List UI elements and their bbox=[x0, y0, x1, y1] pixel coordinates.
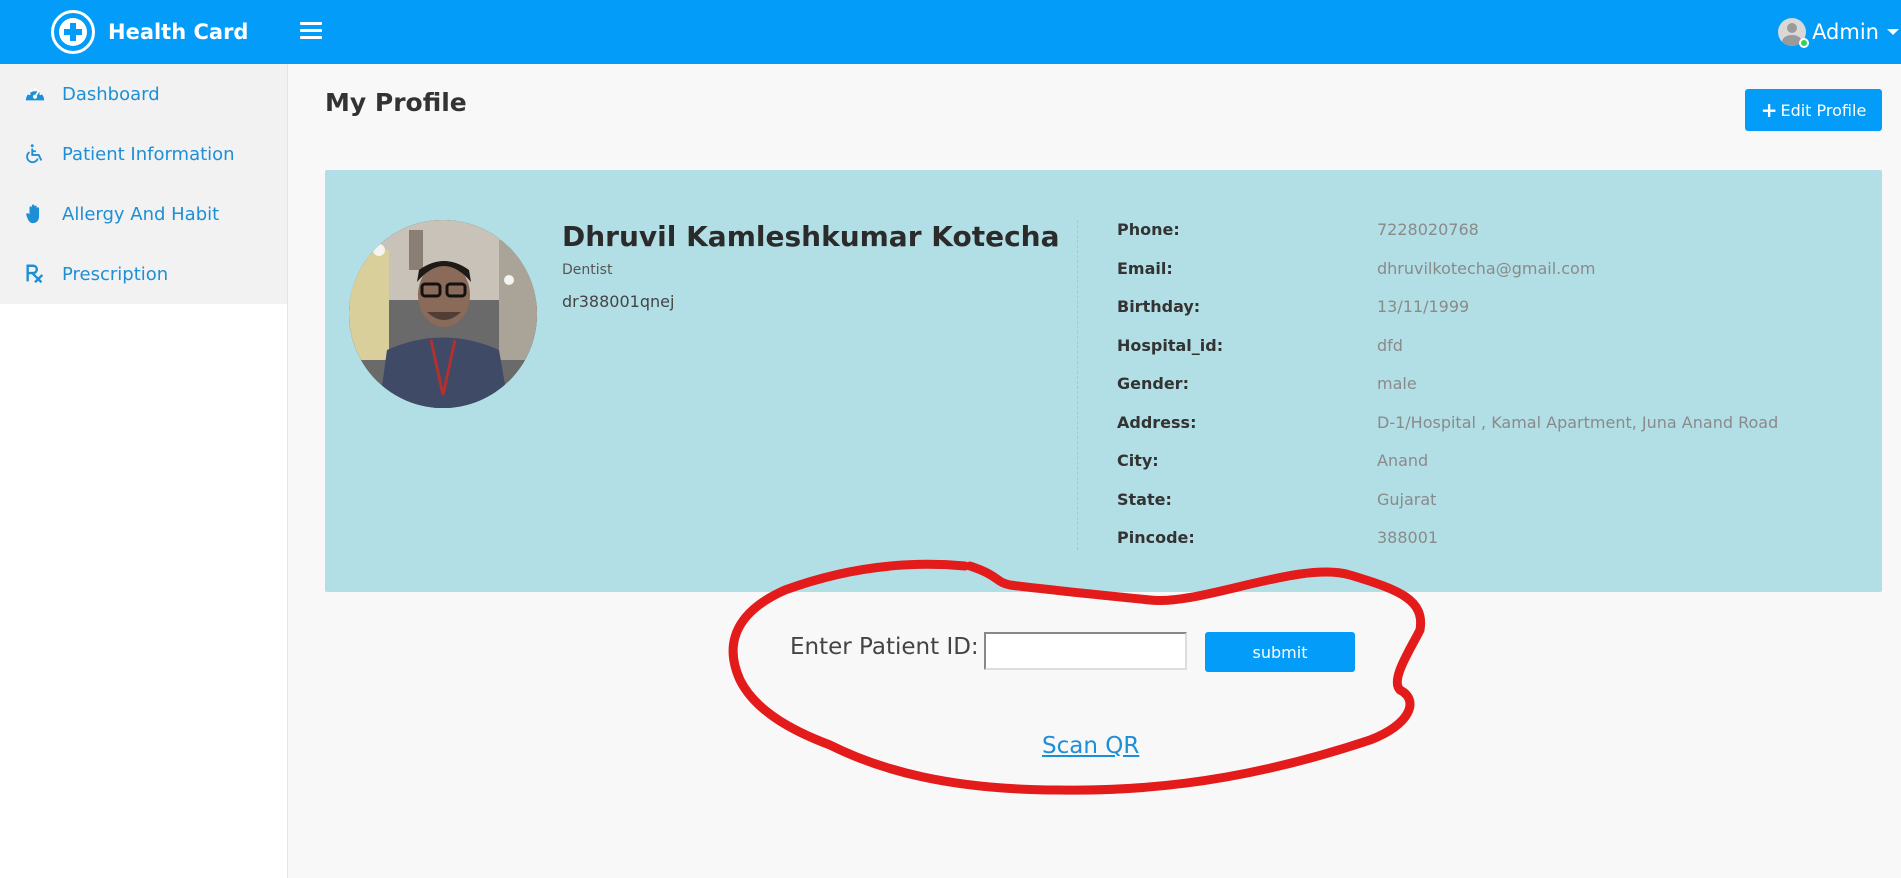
detail-value: 388001 bbox=[1377, 528, 1439, 547]
scan-qr-link[interactable]: Scan QR bbox=[1042, 733, 1139, 759]
wheelchair-icon bbox=[24, 143, 46, 165]
sidebar-item-label: Allergy And Habit bbox=[62, 203, 220, 225]
health-card-logo-icon bbox=[51, 10, 95, 54]
detail-label: State: bbox=[1117, 489, 1172, 509]
top-navbar: Health Card Admin bbox=[0, 0, 1901, 64]
caret-down-icon bbox=[1887, 29, 1899, 35]
user-menu[interactable]: Admin bbox=[1778, 0, 1901, 64]
detail-row-email: Email: dhruvilkotecha@gmail.com bbox=[1117, 259, 1778, 298]
detail-label: Gender: bbox=[1117, 374, 1189, 393]
divider bbox=[1077, 220, 1078, 550]
detail-row-state: State: Gujarat bbox=[1117, 490, 1778, 529]
detail-value: D-1/Hospital , Kamal Apartment, Juna Ana… bbox=[1377, 412, 1779, 432]
profile-name: Dhruvil Kamleshkumar Kotecha bbox=[562, 220, 1060, 253]
detail-value: 7228020768 bbox=[1377, 220, 1479, 239]
sidebar-item-label: Dashboard bbox=[62, 83, 160, 105]
profile-id: dr388001qnej bbox=[562, 292, 675, 311]
sidebar-item-allergy-and-habit[interactable]: Allergy And Habit bbox=[0, 184, 287, 244]
detail-label: Birthday: bbox=[1117, 297, 1201, 316]
detail-label: Address: bbox=[1117, 412, 1197, 432]
profile-card: Dhruvil Kamleshkumar Kotecha Dentist dr3… bbox=[325, 170, 1882, 592]
detail-row-birthday: Birthday: 13/11/1999 bbox=[1117, 297, 1778, 336]
detail-row-address: Address: D-1/Hospital , Kamal Apartment,… bbox=[1117, 413, 1778, 452]
detail-row-city: City: Anand bbox=[1117, 451, 1778, 490]
hamburger-menu-icon[interactable] bbox=[300, 22, 322, 40]
detail-value: Gujarat bbox=[1377, 489, 1437, 509]
sidebar-nav: Dashboard Patient Information Allergy An… bbox=[0, 64, 287, 304]
detail-label: Pincode: bbox=[1117, 528, 1195, 547]
brand-name: Health Card bbox=[108, 20, 249, 44]
brand[interactable]: Health Card bbox=[51, 10, 248, 54]
edit-profile-label: Edit Profile bbox=[1780, 100, 1867, 120]
detail-row-gender: Gender: male bbox=[1117, 374, 1778, 413]
detail-value: dfd bbox=[1377, 335, 1403, 355]
profile-role: Dentist bbox=[562, 262, 613, 278]
dashboard-gauge-icon bbox=[24, 83, 46, 105]
detail-row-hospital-id: Hospital_id: dfd bbox=[1117, 336, 1778, 375]
profile-photo bbox=[349, 220, 537, 408]
detail-row-pincode: Pincode: 388001 bbox=[1117, 528, 1778, 567]
detail-value: male bbox=[1377, 374, 1417, 393]
patient-id-input[interactable] bbox=[984, 632, 1187, 670]
sidebar-item-prescription[interactable]: Prescription bbox=[0, 244, 287, 304]
sidebar-item-label: Patient Information bbox=[62, 143, 235, 165]
online-status-icon bbox=[1799, 38, 1810, 48]
page-title: My Profile bbox=[325, 88, 467, 117]
profile-details: Phone: 7228020768 Email: dhruvilkotecha@… bbox=[1117, 220, 1778, 567]
detail-value: dhruvilkotecha@gmail.com bbox=[1377, 258, 1596, 278]
sidebar-item-dashboard[interactable]: Dashboard bbox=[0, 64, 287, 124]
detail-value: 13/11/1999 bbox=[1377, 297, 1470, 316]
edit-profile-button[interactable]: + Edit Profile bbox=[1745, 89, 1882, 131]
sidebar-item-label: Prescription bbox=[62, 263, 169, 285]
detail-value: Anand bbox=[1377, 451, 1429, 470]
detail-row-phone: Phone: 7228020768 bbox=[1117, 220, 1778, 259]
sidebar: Dashboard Patient Information Allergy An… bbox=[0, 64, 288, 878]
sidebar-item-patient-information[interactable]: Patient Information bbox=[0, 124, 287, 184]
prescription-rx-icon bbox=[24, 263, 46, 285]
patient-id-label: Enter Patient ID: bbox=[790, 634, 979, 660]
detail-label: City: bbox=[1117, 451, 1159, 470]
user-name: Admin bbox=[1812, 20, 1879, 44]
submit-button[interactable]: submit bbox=[1205, 632, 1355, 672]
detail-label: Email: bbox=[1117, 258, 1173, 278]
detail-label: Hospital_id: bbox=[1117, 335, 1224, 355]
detail-label: Phone: bbox=[1117, 220, 1180, 239]
hand-icon bbox=[24, 203, 46, 225]
plus-icon: + bbox=[1760, 98, 1778, 122]
